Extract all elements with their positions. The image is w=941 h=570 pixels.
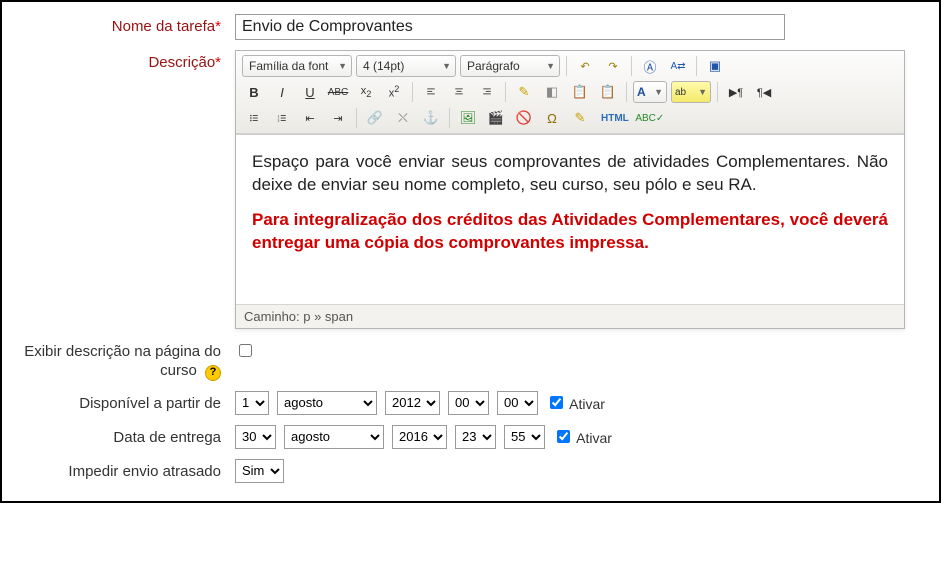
available-from-label: Disponível a partir de xyxy=(20,391,235,414)
description-label: Descrição* xyxy=(20,50,235,73)
due-activate-checkbox[interactable] xyxy=(557,430,570,443)
available-year-select[interactable]: 2012 xyxy=(385,391,440,415)
editor-paragraph-2: Para integralização dos créditos das Ati… xyxy=(252,209,888,255)
editor-toolbar: Família da font▼ 4 (14pt)▼ Parágrafo▼ ↶ … xyxy=(236,51,904,134)
description-row: Descrição* Família da font▼ 4 (14pt)▼ Pa… xyxy=(20,50,921,329)
available-month-select[interactable]: agosto xyxy=(277,391,377,415)
task-name-input[interactable] xyxy=(235,14,785,40)
edit-source-button[interactable]: ✎ xyxy=(568,107,592,129)
prevent-late-label: Impedir envio atrasado xyxy=(20,459,235,482)
strike-button[interactable]: ABC xyxy=(326,81,350,103)
italic-button[interactable]: I xyxy=(270,81,294,103)
editor-content-area[interactable]: Espaço para você enviar seus comprovante… xyxy=(236,134,904,304)
unlink-button[interactable]: ⛌ xyxy=(391,107,415,129)
due-activate-group: Ativar xyxy=(553,427,612,446)
available-activate-group: Ativar xyxy=(546,393,605,412)
media-button[interactable]: 🎬 xyxy=(484,107,508,129)
paste-text-button[interactable]: 📋 xyxy=(568,81,592,103)
align-left-button[interactable] xyxy=(419,81,443,103)
available-from-row: Disponível a partir de 1 agosto 2012 00 … xyxy=(20,391,921,415)
cleanup-button[interactable]: ✎ xyxy=(512,81,536,103)
undo-button[interactable]: ↶ xyxy=(573,55,597,77)
font-size-dropdown[interactable]: 4 (14pt)▼ xyxy=(356,55,456,77)
underline-button[interactable]: U xyxy=(298,81,322,103)
special-char-button[interactable]: Ω xyxy=(540,107,564,129)
anchor-button[interactable]: ⚓ xyxy=(419,107,443,129)
svg-text:3: 3 xyxy=(278,119,280,123)
ltr-button[interactable]: ▶¶ xyxy=(724,81,748,103)
due-month-select[interactable]: agosto xyxy=(284,425,384,449)
rtl-button[interactable]: ¶◀ xyxy=(752,81,776,103)
paste-word-button[interactable]: 📋 xyxy=(596,81,620,103)
available-activate-label: Ativar xyxy=(569,396,605,412)
rich-text-editor: Família da font▼ 4 (14pt)▼ Parágrafo▼ ↶ … xyxy=(235,50,905,329)
task-name-label: Nome da tarefa* xyxy=(20,14,235,37)
block-format-value: Parágrafo xyxy=(467,59,520,73)
bold-button[interactable]: B xyxy=(242,81,266,103)
outdent-button[interactable]: ⇤ xyxy=(298,107,322,129)
image-button[interactable]: 🖼 xyxy=(456,107,480,129)
help-icon[interactable]: ? xyxy=(205,365,221,381)
block-format-dropdown[interactable]: Parágrafo▼ xyxy=(460,55,560,77)
available-day-select[interactable]: 1 xyxy=(235,391,269,415)
find-button[interactable]: Ⓐ xyxy=(638,55,662,77)
replace-button[interactable]: A⇄ xyxy=(666,55,690,77)
show-desc-checkbox[interactable] xyxy=(239,344,252,357)
bullet-list-button[interactable] xyxy=(242,107,266,129)
due-date-row: Data de entrega 30 agosto 2016 23 55 Ati… xyxy=(20,425,921,449)
available-activate-checkbox[interactable] xyxy=(550,396,563,409)
redo-button[interactable]: ↷ xyxy=(601,55,625,77)
remove-format-button[interactable]: ◧ xyxy=(540,81,564,103)
prevent-late-row: Impedir envio atrasado Sim xyxy=(20,459,921,483)
number-list-button[interactable]: 123 xyxy=(270,107,294,129)
font-family-dropdown[interactable]: Família da font▼ xyxy=(242,55,352,77)
fullscreen-button[interactable]: ▣ xyxy=(703,55,727,77)
show-desc-row: Exibir descrição na página do curso ? xyxy=(20,339,921,381)
task-name-row: Nome da tarefa* xyxy=(20,14,921,40)
editor-paragraph-1: Espaço para você enviar seus comprovante… xyxy=(252,151,888,197)
link-button[interactable]: 🔗 xyxy=(363,107,387,129)
align-center-button[interactable] xyxy=(447,81,471,103)
due-minute-select[interactable]: 55 xyxy=(504,425,545,449)
show-desc-label: Exibir descrição na página do curso ? xyxy=(20,339,235,381)
html-button[interactable]: HTML xyxy=(596,107,634,129)
due-day-select[interactable]: 30 xyxy=(235,425,276,449)
editor-path-bar: Caminho: p » span xyxy=(236,304,904,328)
nolink-button[interactable]: 🚫 xyxy=(512,107,536,129)
indent-button[interactable]: ⇥ xyxy=(326,107,350,129)
available-minute-select[interactable]: 00 xyxy=(497,391,538,415)
font-family-value: Família da font xyxy=(249,59,328,73)
prevent-late-select[interactable]: Sim xyxy=(235,459,284,483)
text-color-dropdown[interactable]: A▼ xyxy=(633,81,667,103)
available-hour-select[interactable]: 00 xyxy=(448,391,489,415)
due-year-select[interactable]: 2016 xyxy=(392,425,447,449)
due-hour-select[interactable]: 23 xyxy=(455,425,496,449)
form-container: Nome da tarefa* Descrição* Família da fo… xyxy=(0,0,941,503)
subscript-button[interactable]: x2 xyxy=(354,81,378,103)
superscript-button[interactable]: x2 xyxy=(382,81,406,103)
spellcheck-button[interactable]: ABC✓ xyxy=(638,107,662,129)
due-date-label: Data de entrega xyxy=(20,425,235,448)
due-activate-label: Ativar xyxy=(576,430,612,446)
bg-color-dropdown[interactable]: ab▼ xyxy=(671,81,711,103)
align-right-button[interactable] xyxy=(475,81,499,103)
font-size-value: 4 (14pt) xyxy=(363,59,404,73)
